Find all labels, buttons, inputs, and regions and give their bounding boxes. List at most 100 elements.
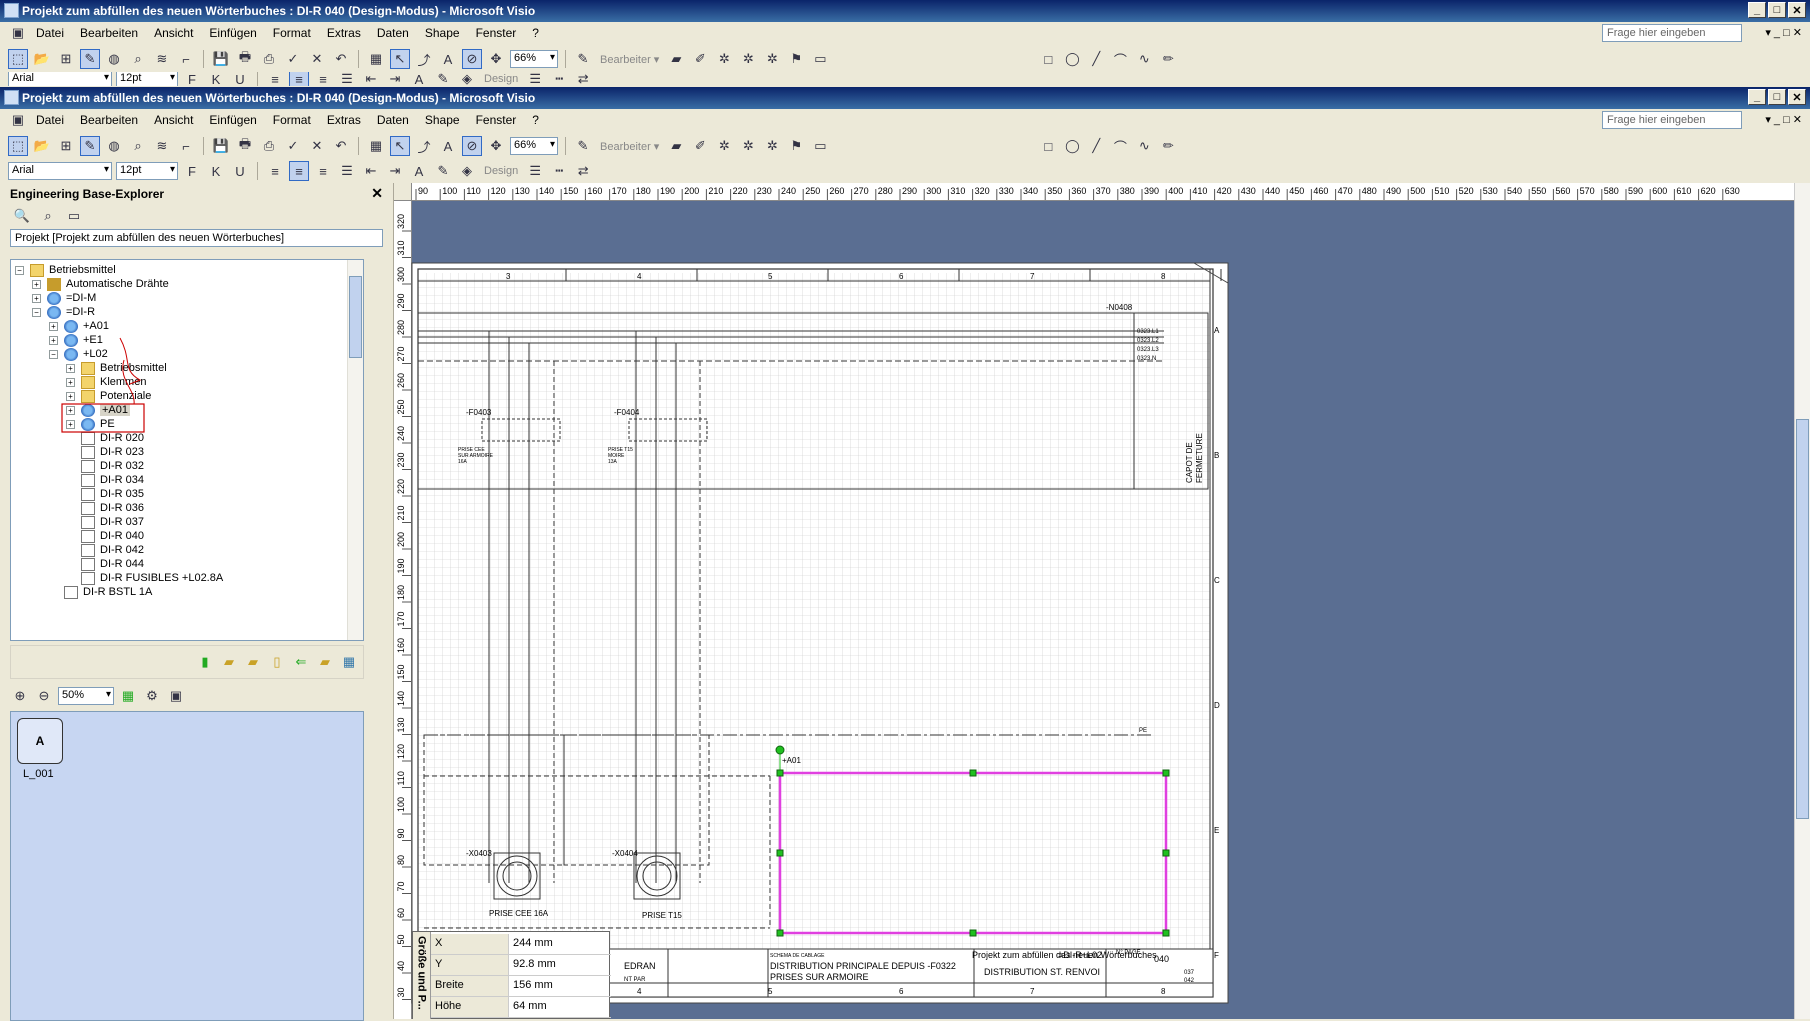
doc-minimize-button[interactable]: _ — [1748, 89, 1766, 105]
main-gear2-icon[interactable]: ✲ — [738, 49, 758, 69]
doc-gear1-icon[interactable]: ✲ — [714, 136, 734, 156]
main-line-pattern-icon[interactable]: ┅ — [549, 72, 569, 86]
doc-italic-button[interactable]: K — [206, 161, 226, 181]
doc-spell-icon[interactable]: ✓ — [283, 136, 303, 156]
main-menu-9[interactable]: ? — [524, 26, 547, 40]
doc-preview-icon[interactable]: ⎙ — [259, 136, 279, 156]
main-connect-icon[interactable]: ⤴ — [414, 49, 434, 69]
main-stamp-icon[interactable]: ⊘ — [462, 49, 482, 69]
main-menu-8[interactable]: Fenster — [468, 26, 525, 40]
main-mdi-buttons[interactable]: ▾ _ □ ✕ — [1765, 26, 1802, 39]
find-icon[interactable]: ⌕ — [38, 206, 58, 226]
doc-text-icon[interactable]: A — [438, 136, 458, 156]
open-folder-icon[interactable]: ▰ — [243, 652, 263, 672]
main-menu-5[interactable]: Extras — [319, 26, 369, 40]
main-search-icon[interactable]: ⌕ — [128, 49, 148, 69]
doc-outdent-icon[interactable]: ⇤ — [361, 161, 381, 181]
doc-search-icon[interactable]: ⌕ — [128, 136, 148, 156]
doc-select-icon[interactable]: ↖ — [390, 136, 410, 156]
doc-indent-icon[interactable]: ⇥ — [385, 161, 405, 181]
doc-cut-icon[interactable]: ✕ — [307, 136, 327, 156]
main-menu-2[interactable]: Ansicht — [146, 26, 201, 40]
main-box-icon[interactable]: ▭ — [810, 49, 830, 69]
doc-align-right-icon[interactable]: ≡ — [313, 161, 333, 181]
doc-edit-icon[interactable]: ✎ — [573, 136, 593, 156]
doc-pencil-icon[interactable]: ✏ — [1158, 136, 1178, 156]
size-position-value[interactable]: 92.8 mm — [509, 955, 560, 975]
tree-item[interactable]: DI-R BSTL 1A — [49, 584, 152, 600]
doc-bold-button[interactable]: F — [182, 161, 202, 181]
main-menu-1[interactable]: Bearbeiten — [72, 26, 146, 40]
folder-icon[interactable]: ▰ — [219, 652, 239, 672]
doc-rect-icon[interactable]: □ — [1038, 136, 1058, 156]
explorer-tree[interactable]: − Betriebsmittel + Automatische Drähte + =DI-… — [10, 259, 364, 641]
main-line-ends-icon[interactable]: ⇄ — [573, 72, 593, 86]
doc-menu-7[interactable]: Shape — [417, 113, 468, 127]
doc-menu-8[interactable]: Fenster — [468, 113, 525, 127]
doc-close-button[interactable]: ✕ — [1788, 89, 1806, 105]
zoom-out-icon[interactable]: ⊖ — [34, 686, 54, 706]
stencil-item-icon[interactable]: A — [17, 718, 63, 764]
doc-menu-3[interactable]: Einfügen — [201, 113, 264, 127]
drawing-canvas[interactable]: 90 100 110 120 130 140 150 160 170 180 190 200 210 22… — [394, 183, 1810, 1019]
main-shapes-icon[interactable]: ▦ — [366, 49, 386, 69]
main-pointer-icon[interactable]: ⬚ — [8, 49, 28, 69]
window-title-bar[interactable]: Projekt zum abfüllen des neuen Wörterbuc… — [0, 0, 1810, 22]
main-help-input[interactable]: Frage hier eingeben — [1602, 24, 1742, 42]
doc-align-left-icon[interactable]: ≡ — [265, 161, 285, 181]
main-rect-icon[interactable]: □ — [1038, 49, 1058, 69]
document-title-bar[interactable]: Projekt zum abfüllen des neuen Wörterbuc… — [0, 87, 1810, 109]
expand-toggle-icon[interactable]: + — [66, 405, 75, 415]
main-edit-icon[interactable]: ✎ — [573, 49, 593, 69]
main-select-icon[interactable]: ↖ — [390, 49, 410, 69]
doc-undo-icon[interactable]: ↶ — [331, 136, 351, 156]
expand-toggle-icon[interactable]: − — [15, 265, 24, 275]
expand-toggle-icon[interactable]: + — [66, 391, 75, 401]
doc-pointer-icon[interactable]: ⬚ — [8, 136, 28, 156]
main-line-icon[interactable]: ╱ — [1086, 49, 1106, 69]
minimize-button[interactable]: _ — [1748, 2, 1766, 18]
doc-font-color-icon[interactable]: A — [409, 161, 429, 181]
stencil-zoom-combo[interactable]: 50% — [58, 687, 114, 705]
main-arc-icon[interactable]: ⌒ — [1110, 49, 1130, 69]
main-layers-icon[interactable]: ≋ — [152, 49, 172, 69]
doc-print-icon[interactable]: 🖶 — [235, 136, 255, 156]
doc-flag-icon[interactable]: ⚑ — [786, 136, 806, 156]
doc-open-icon[interactable]: 📂 — [32, 136, 52, 156]
grid-toggle-icon[interactable]: ▦ — [118, 686, 138, 706]
doc-connector-icon[interactable]: ⌐ — [176, 136, 196, 156]
main-cut-icon[interactable]: ✕ — [307, 49, 327, 69]
doc-maximize-button[interactable]: □ — [1768, 89, 1786, 105]
main-font-color-icon[interactable]: A — [409, 72, 429, 86]
main-menu-4[interactable]: Format — [265, 26, 319, 40]
doc-shapes-icon[interactable]: ▦ — [366, 136, 386, 156]
main-gear1-icon[interactable]: ✲ — [714, 49, 734, 69]
main-bullets-icon[interactable]: ☰ — [337, 72, 357, 86]
doc-freeform-icon[interactable]: ∿ — [1134, 136, 1154, 156]
main-bold-button[interactable]: F — [182, 72, 202, 86]
expand-toggle-icon[interactable]: + — [32, 293, 41, 303]
main-undo-icon[interactable]: ↶ — [331, 49, 351, 69]
main-pencil-icon[interactable]: ✏ — [1158, 49, 1178, 69]
doc-size-combo[interactable]: 12pt — [116, 162, 178, 180]
doc-line-icon[interactable]: ╱ — [1086, 136, 1106, 156]
doc-help-input[interactable]: Frage hier eingeben — [1602, 111, 1742, 129]
expand-toggle-icon[interactable]: − — [32, 307, 41, 317]
doc-underline-button[interactable]: U — [230, 161, 250, 181]
doc-save-icon[interactable]: 💾 — [211, 136, 231, 156]
doc-connect-icon[interactable]: ⤴ — [414, 136, 434, 156]
doc-gear2-icon[interactable]: ✲ — [738, 136, 758, 156]
doc-line-color-icon[interactable]: ✎ — [433, 161, 453, 181]
doc-icon[interactable]: ▯ — [267, 652, 287, 672]
back-arrow-icon[interactable]: ⇐ — [291, 652, 311, 672]
green-book-icon[interactable]: ▮ — [195, 652, 215, 672]
doc-bullets-icon[interactable]: ☰ — [337, 161, 357, 181]
doc-line-weight-icon[interactable]: ☰ — [525, 161, 545, 181]
doc-menu-9[interactable]: ? — [524, 113, 547, 127]
size-position-row[interactable]: X 244 mm — [431, 934, 611, 955]
doc-menu-1[interactable]: Bearbeiten — [72, 113, 146, 127]
close-button[interactable]: ✕ — [1788, 2, 1806, 18]
expand-toggle-icon[interactable]: − — [49, 349, 58, 359]
main-print-icon[interactable]: 🖶 — [235, 49, 255, 69]
search-icon[interactable]: 🔍 — [12, 206, 32, 226]
